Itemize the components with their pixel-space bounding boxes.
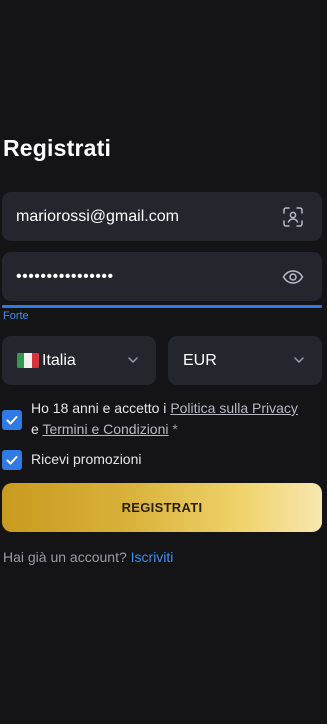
- login-link[interactable]: Iscriviti: [131, 549, 174, 565]
- promotions-checkbox[interactable]: [2, 450, 22, 470]
- country-select-value: Italia: [42, 352, 76, 369]
- privacy-policy-link[interactable]: Politica sulla Privacy: [170, 400, 298, 416]
- face-scan-icon[interactable]: [282, 206, 304, 228]
- registration-page: Registrati mariorossi@gmail.com ••••••••…: [0, 0, 327, 724]
- register-button[interactable]: REGISTRATI: [2, 483, 322, 532]
- login-prompt-text: Hai già un account?: [3, 549, 131, 565]
- terms-text: Ho 18 anni e accetto i Politica sulla Pr…: [31, 398, 326, 440]
- checkmark-icon: [6, 456, 18, 465]
- login-prompt: Hai già un account? Iscriviti: [3, 549, 173, 565]
- email-value[interactable]: mariorossi@gmail.com: [16, 192, 179, 241]
- terms-prefix: Ho 18 anni e accetto i: [31, 400, 171, 416]
- password-strength-fill: [2, 305, 322, 308]
- required-mark: *: [168, 421, 178, 437]
- password-strength-bar: [2, 305, 322, 308]
- promotions-label: Ricevi promozioni: [31, 451, 142, 467]
- page-title: Registrati: [3, 135, 112, 161]
- password-field[interactable]: ••••••••••••••••: [2, 252, 322, 301]
- email-field[interactable]: mariorossi@gmail.com: [2, 192, 322, 241]
- terms-checkbox[interactable]: [2, 410, 22, 430]
- italy-flag-icon: [17, 353, 39, 368]
- currency-select[interactable]: EUR: [168, 336, 322, 385]
- checkmark-icon: [6, 416, 18, 425]
- currency-select-value: EUR: [183, 352, 217, 369]
- terms-connector: e: [31, 421, 43, 437]
- chevron-down-icon: [128, 357, 138, 363]
- password-strength-label: Forte: [3, 310, 29, 322]
- password-value[interactable]: ••••••••••••••••: [16, 252, 114, 301]
- terms-conditions-link[interactable]: Termini e Condizioni: [42, 421, 168, 437]
- chevron-down-icon: [294, 357, 304, 363]
- eye-icon[interactable]: [282, 266, 304, 288]
- country-select[interactable]: Italia: [2, 336, 156, 385]
